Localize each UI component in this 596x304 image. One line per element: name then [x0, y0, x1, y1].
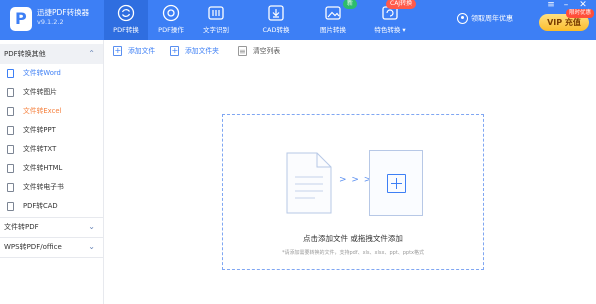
sidebar-item-to-ppt[interactable]: 文件转PPT [0, 121, 103, 140]
top-bar: P 迅捷PDF转换器 v9.1.2.2 PDF转换 PDF操作 文字识别 CAD… [0, 0, 596, 40]
sidebar: PDF转换其他 ⌃ 文件转Word 文件转图片 文件转Excel 文件转PPT … [0, 40, 104, 304]
sidebar-item-to-word[interactable]: 文件转Word [0, 64, 103, 83]
html-file-icon [7, 164, 14, 173]
close-icon[interactable]: ✕ [577, 0, 589, 11]
group-label: WPS转PDF/office [4, 243, 62, 251]
sidebar-item-to-image[interactable]: 文件转图片 [0, 83, 103, 102]
sidebar-item-to-html[interactable]: 文件转HTML [0, 159, 103, 178]
excel-file-icon [7, 107, 14, 116]
divider [0, 257, 103, 258]
image-icon [325, 6, 341, 20]
target-icon [162, 4, 180, 22]
download-box-icon [268, 5, 284, 21]
sidebar-item-label: 文件转HTML [23, 164, 63, 172]
document-icon [286, 152, 332, 214]
add-file-box[interactable] [369, 150, 423, 216]
clear-list-icon [238, 45, 247, 59]
sidebar-item-label: 文件转图片 [23, 88, 57, 96]
sidebar-item-to-txt[interactable]: 文件转TXT [0, 140, 103, 159]
add-file-label: 添加文件 [128, 47, 156, 55]
drop-zone-text: 点击添加文件 或拖拽文件添加 [303, 234, 403, 243]
sidebar-item-to-excel[interactable]: 文件转Excel [0, 102, 103, 121]
tab-label: PDF转换 [113, 26, 139, 34]
new-badge: 新 [343, 0, 358, 9]
anniversary-offer[interactable]: 领取周年优惠 [457, 13, 513, 24]
document-icon [7, 69, 14, 78]
sidebar-item-pdf-to-cad[interactable]: PDF转CAD [0, 197, 103, 216]
sidebar-item-label: 文件转电子书 [23, 183, 64, 191]
txt-file-icon [7, 145, 14, 154]
tab-ocr[interactable]: 文字识别 [194, 0, 238, 40]
chevron-down-icon: ⌄ [88, 222, 95, 231]
tab-pdf-convert[interactable]: PDF转换 [104, 0, 148, 40]
add-folder-button[interactable]: 添加文件夹 [170, 44, 219, 58]
tab-image-convert[interactable]: 图片转换 新 [311, 0, 358, 40]
group-label: 文件转PDF [4, 223, 39, 231]
menu-icon[interactable]: ≡ [545, 0, 557, 11]
file-drop-zone[interactable]: > > > 点击添加文件 或拖拽文件添加 *请添加需要转换的文件，支持pdf、x… [222, 114, 484, 270]
refresh-icon [117, 4, 135, 22]
sidebar-item-label: 文件转Word [23, 69, 61, 77]
tab-label: PDF操作 [158, 26, 184, 34]
arrow-right-icon: > > > [339, 175, 373, 185]
plus-icon [387, 174, 406, 193]
app-version: v9.1.2.2 [37, 18, 64, 26]
drop-zone-hint: *请添加需要转换的文件，支持pdf、xls、xlsx、ppt、pptx格式 [281, 250, 425, 256]
chevron-up-icon: ⌃ [88, 49, 95, 58]
ppt-file-icon [7, 126, 14, 135]
add-file-button[interactable]: 添加文件 [113, 44, 155, 58]
sidebar-item-label: 文件转Excel [23, 107, 62, 115]
app-logo: P [10, 7, 32, 31]
sidebar-item-label: 文件转PPT [23, 126, 56, 134]
anniversary-offer-label: 领取周年优惠 [471, 14, 513, 23]
caj-badge: CAJ转换 [386, 0, 417, 9]
sidebar-item-label: PDF转CAD [23, 202, 58, 210]
chevron-down-icon: ⌄ [88, 242, 95, 251]
sidebar-item-label: 文件转TXT [23, 145, 57, 153]
sidebar-item-to-ebook[interactable]: 文件转电子书 [0, 178, 103, 197]
tab-label: 文字识别 [203, 26, 229, 34]
add-file-icon [113, 44, 122, 58]
add-folder-icon [170, 44, 179, 58]
sidebar-group-wps[interactable]: WPS转PDF/office ⌄ [0, 237, 103, 257]
cad-file-icon [7, 202, 14, 211]
sidebar-group-pdf-to-other[interactable]: PDF转换其他 ⌃ [0, 44, 103, 64]
tab-pdf-operate[interactable]: PDF操作 [149, 0, 193, 40]
tab-label: CAD转换 [262, 26, 290, 34]
ocr-icon [208, 6, 224, 20]
clear-list-label: 清空列表 [253, 47, 281, 55]
sidebar-group-file-to-pdf[interactable]: 文件转PDF ⌄ [0, 217, 103, 237]
tab-label: 特色转换 ▾ [374, 26, 406, 34]
tab-label: 图片转换 [320, 26, 346, 34]
tab-cad-convert[interactable]: CAD转换 [254, 0, 298, 40]
tab-special-convert[interactable]: 特色转换 ▾ CAJ转换 [364, 0, 417, 40]
app-name: 迅捷PDF转换器 [37, 8, 90, 17]
clear-list-button[interactable]: 清空列表 [238, 44, 281, 59]
add-folder-label: 添加文件夹 [185, 47, 219, 55]
user-icon [457, 13, 468, 24]
image-file-icon [7, 88, 14, 97]
minimize-icon[interactable]: – [560, 0, 572, 11]
logo-letter: P [15, 9, 27, 28]
ebook-file-icon [7, 183, 14, 192]
group-label: PDF转换其他 [4, 50, 46, 58]
